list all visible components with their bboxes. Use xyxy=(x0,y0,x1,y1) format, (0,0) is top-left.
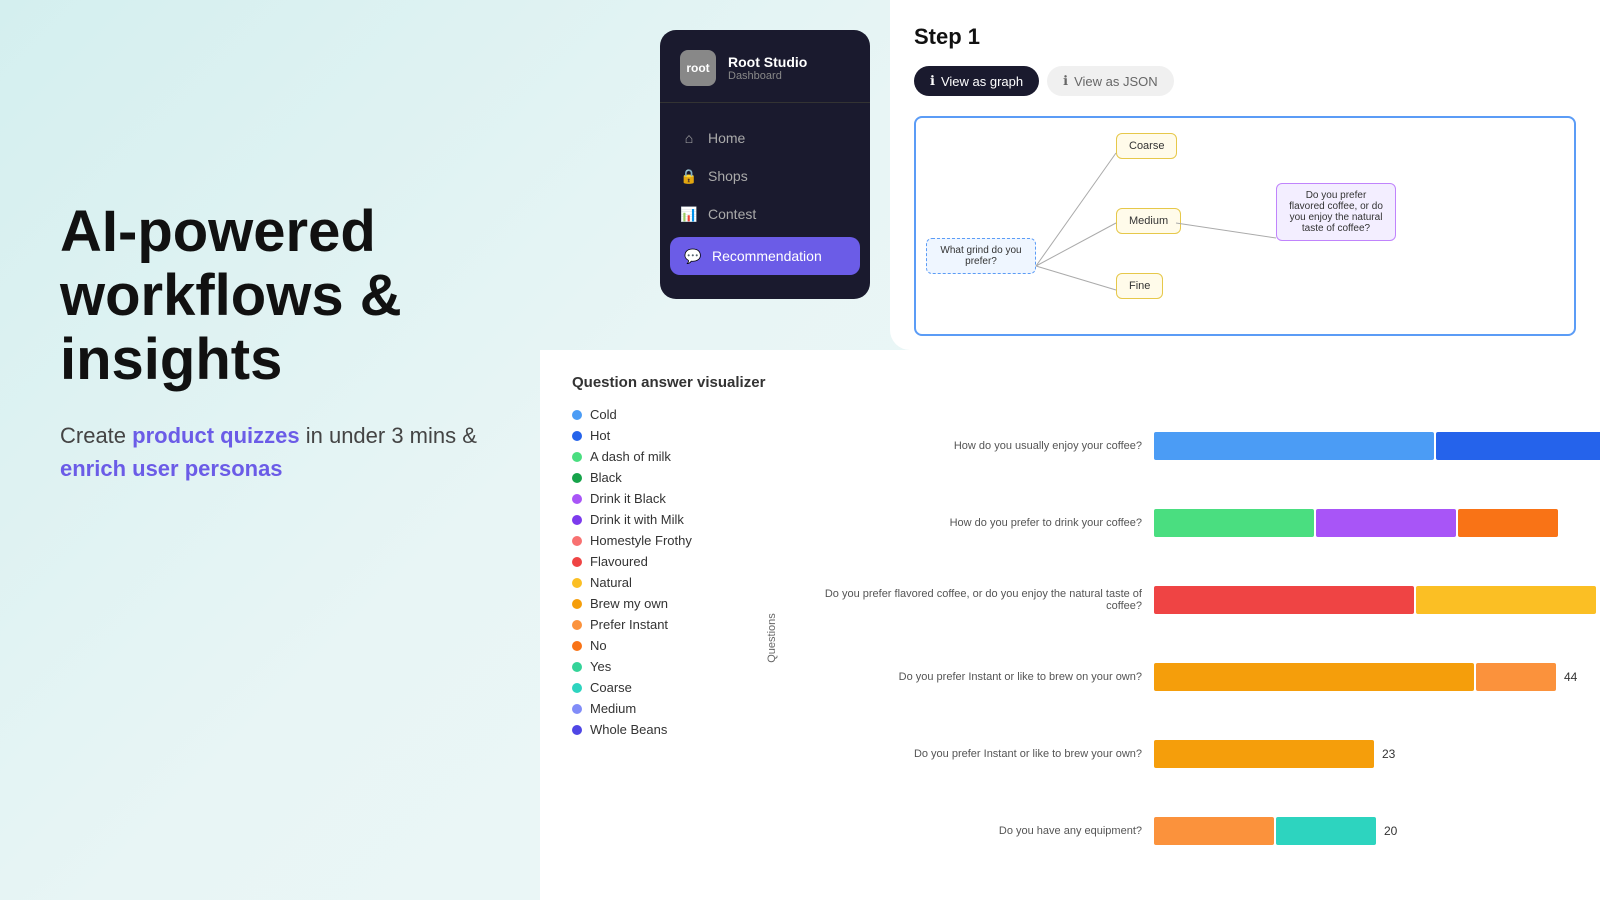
contest-icon: 📊 xyxy=(680,205,698,223)
legend-item: Medium xyxy=(572,701,772,716)
chart-row-label: Do you prefer Instant or like to brew on… xyxy=(802,671,1142,683)
chart-row: Do you prefer flavored coffee, or do you… xyxy=(802,586,1600,614)
chart-row-label: How do you prefer to drink your coffee? xyxy=(802,517,1142,529)
bar-group xyxy=(1154,509,1600,537)
legend-item: Cold xyxy=(572,407,772,422)
chart-row: Do you have any equipment? 20 xyxy=(802,817,1600,845)
legend-item: Drink it Black xyxy=(572,491,772,506)
shops-icon: 🔒 xyxy=(680,167,698,185)
legend-item: Drink it with Milk xyxy=(572,512,772,527)
flow-area: Step 1 ℹ View as graph ℹ View as JSON Wh… xyxy=(890,0,1600,350)
hero-title: AI-powered workflows & insights xyxy=(60,200,500,391)
sidebar-item-label: Recommendation xyxy=(712,248,822,264)
tab-graph-label: View as graph xyxy=(941,74,1023,89)
flow-box-medium: Medium xyxy=(1116,208,1181,234)
legend-item: Coarse xyxy=(572,680,772,695)
sidebar-item-label: Shops xyxy=(708,168,748,184)
hero-description: Create product quizzes in under 3 mins &… xyxy=(60,419,500,485)
viz-title: Question answer visualizer xyxy=(572,374,1568,391)
tab-json-label: View as JSON xyxy=(1074,74,1158,89)
chart-row-label: Do you prefer Instant or like to brew yo… xyxy=(802,748,1142,760)
bar-segment xyxy=(1458,509,1558,537)
chart-row-label: How do you usually enjoy your coffee? xyxy=(802,440,1142,452)
sidebar-panel: root Root Studio Dashboard ⌂ Home 🔒 Shop… xyxy=(660,30,870,299)
chart-row: How do you usually enjoy your coffee? xyxy=(802,432,1600,460)
legend-item: Black xyxy=(572,470,772,485)
chart-area: Questions How do you usually enjoy your … xyxy=(772,407,1600,869)
sidebar-brand: root Root Studio Dashboard xyxy=(660,50,870,103)
json-icon: ℹ xyxy=(1063,73,1068,89)
tab-view-graph[interactable]: ℹ View as graph xyxy=(914,66,1039,96)
legend-item: Flavoured xyxy=(572,554,772,569)
brand-sub: Dashboard xyxy=(728,70,807,82)
chart-legend: Cold Hot A dash of milk Black Drink it Black… xyxy=(572,407,772,869)
flow-diagram: What grind do you prefer? Coarse Medium … xyxy=(914,116,1576,336)
bar-group: 23 xyxy=(1154,740,1600,768)
graph-icon: ℹ xyxy=(930,73,935,89)
home-icon: ⌂ xyxy=(680,129,698,147)
recommendation-icon: 💬 xyxy=(684,247,702,265)
hero-highlight2: enrich user personas xyxy=(60,456,283,481)
bar-segment xyxy=(1154,817,1274,845)
bar-segment xyxy=(1154,586,1414,614)
bar-group: 44 xyxy=(1154,663,1600,691)
chart-row-label: Do you prefer flavored coffee, or do you… xyxy=(802,588,1142,612)
legend-item: No xyxy=(572,638,772,653)
legend-item: Brew my own xyxy=(572,596,772,611)
bar-segment xyxy=(1154,663,1474,691)
view-tabs: ℹ View as graph ℹ View as JSON xyxy=(914,66,1576,96)
hero-highlight1: product quizzes xyxy=(132,423,299,448)
sidebar-item-contest[interactable]: 📊 Contest xyxy=(660,195,870,233)
bar-segment xyxy=(1154,432,1434,460)
bar-group xyxy=(1154,432,1600,460)
tab-view-json[interactable]: ℹ View as JSON xyxy=(1047,66,1174,96)
bar-group: 20 xyxy=(1154,817,1600,845)
step-label: Step 1 xyxy=(914,24,1576,50)
flow-box-coarse: Coarse xyxy=(1116,133,1177,159)
chart-rows: How do you usually enjoy your coffee? How… xyxy=(802,407,1600,869)
viz-content: Cold Hot A dash of milk Black Drink it Black… xyxy=(572,407,1568,869)
bar-number: 23 xyxy=(1382,747,1395,761)
flow-box-fine: Fine xyxy=(1116,273,1163,299)
chart-row-label: Do you have any equipment? xyxy=(802,825,1142,837)
bar-segment xyxy=(1154,740,1374,768)
questions-axis-label: Questions xyxy=(766,613,778,663)
data-section: Question answer visualizer Cold Hot A dash… xyxy=(540,350,1600,900)
flow-box-grind: What grind do you prefer? xyxy=(926,238,1036,274)
sidebar-item-label: Contest xyxy=(708,206,756,222)
legend-item: Hot xyxy=(572,428,772,443)
sidebar-item-label: Home xyxy=(708,130,745,146)
hero-section: AI-powered workflows & insights Create p… xyxy=(60,200,500,485)
brand-logo: root xyxy=(680,50,716,86)
brand-name: Root Studio xyxy=(728,54,807,70)
bar-number: 20 xyxy=(1384,824,1397,838)
sidebar-item-shops[interactable]: 🔒 Shops xyxy=(660,157,870,195)
chart-row: Do you prefer Instant or like to brew on… xyxy=(802,663,1600,691)
brand-text: Root Studio Dashboard xyxy=(728,54,807,82)
sidebar-item-recommendation[interactable]: 💬 Recommendation xyxy=(670,237,860,275)
bar-segment xyxy=(1476,663,1556,691)
bar-segment xyxy=(1276,817,1376,845)
bar-segment xyxy=(1436,432,1600,460)
legend-item: Homestyle Frothy xyxy=(572,533,772,548)
bar-segment xyxy=(1416,586,1596,614)
legend-item: Prefer Instant xyxy=(572,617,772,632)
bar-number: 44 xyxy=(1564,670,1577,684)
bar-segment xyxy=(1154,509,1314,537)
sidebar-item-home[interactable]: ⌂ Home xyxy=(660,119,870,157)
hero-desc-middle: in under 3 mins & xyxy=(300,423,477,448)
bar-group xyxy=(1154,586,1600,614)
legend-item: Natural xyxy=(572,575,772,590)
legend-item: Yes xyxy=(572,659,772,674)
legend-item: Whole Beans xyxy=(572,722,772,737)
bar-segment xyxy=(1316,509,1456,537)
chart-row: How do you prefer to drink your coffee? xyxy=(802,509,1600,537)
legend-item: A dash of milk xyxy=(572,449,772,464)
hero-desc-prefix: Create xyxy=(60,423,132,448)
flow-box-flavored: Do you prefer flavored coffee, or do you… xyxy=(1276,183,1396,241)
chart-row: Do you prefer Instant or like to brew yo… xyxy=(802,740,1600,768)
